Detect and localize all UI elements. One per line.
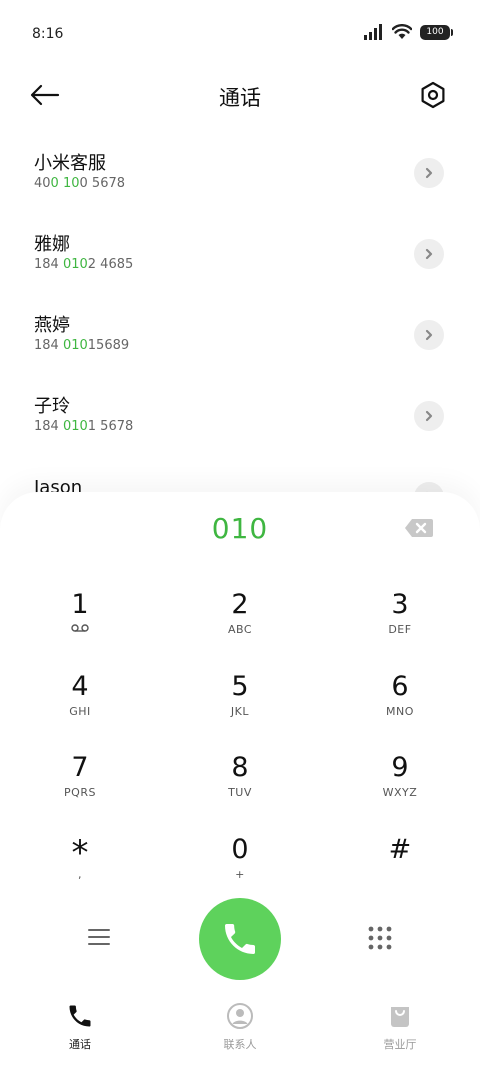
- nav-contacts[interactable]: 联系人: [160, 996, 320, 1067]
- key-8[interactable]: 8 TUV: [160, 751, 320, 833]
- contact-item[interactable]: 小米客服 400 100 5678: [0, 136, 480, 217]
- contact-number: 400 100 5678: [34, 176, 126, 191]
- status-time: 8:16: [32, 26, 64, 42]
- contact-name: 小米客服: [34, 153, 106, 174]
- contact-detail-button[interactable]: [414, 239, 444, 269]
- nav-label: 联系人: [223, 1038, 257, 1051]
- settings-hexagon-icon: [421, 81, 445, 109]
- contact-item[interactable]: 雅娜 184 0102 4685: [0, 217, 480, 298]
- key-7[interactable]: 7 PQRS: [0, 751, 160, 833]
- shopping-bag-icon: [390, 1007, 409, 1027]
- chevron-right-icon: [425, 410, 433, 422]
- contact-detail-button[interactable]: [414, 320, 444, 350]
- dialpad-icon: [368, 926, 392, 950]
- key-3[interactable]: 3 DEF: [320, 588, 480, 670]
- bottom-nav: 通话 联系人 营业厅: [0, 996, 480, 1067]
- page-title: 通话: [219, 86, 261, 110]
- contacts-person-icon: [226, 1003, 253, 1029]
- contact-item[interactable]: 子玲 184 0101 5678: [0, 379, 480, 460]
- hamburger-menu-icon: [88, 929, 110, 945]
- contact-list: 小米客服 400 100 5678 雅娜 184 0102 4685 燕婷 18…: [0, 136, 480, 541]
- backspace-icon: [405, 519, 433, 537]
- nav-calls[interactable]: 通话: [0, 996, 160, 1067]
- key-2[interactable]: 2 ABC: [160, 588, 320, 670]
- contact-item[interactable]: 燕婷 184 01015689: [0, 298, 480, 379]
- contact-name: 雅娜: [34, 234, 70, 255]
- contact-number: 184 01015689: [34, 338, 130, 353]
- contact-name: 燕婷: [34, 315, 70, 336]
- voicemail-icon: [71, 624, 89, 632]
- call-button[interactable]: [199, 898, 281, 980]
- phone-icon: [69, 1005, 91, 1027]
- contact-detail-button[interactable]: [414, 401, 444, 431]
- phone-icon: [225, 924, 255, 954]
- key-1[interactable]: 1: [0, 588, 160, 670]
- keypad-row: 7 PQRS 8 TUV 9 WXYZ: [0, 751, 480, 833]
- dial-panel: 010 1 2 ABC 3 DEF 4 GHI 5 JKL 6 MNO 7 PQ…: [0, 492, 480, 1067]
- dial-action-row: [0, 898, 480, 980]
- key-9[interactable]: 9 WXYZ: [320, 751, 480, 833]
- contact-name: 子玲: [34, 396, 70, 417]
- contact-detail-button[interactable]: [414, 158, 444, 188]
- chevron-right-icon: [425, 167, 433, 179]
- nav-label: 营业厅: [383, 1038, 417, 1051]
- settings-button[interactable]: [416, 78, 450, 112]
- battery-icon: 100: [420, 24, 453, 40]
- keypad-row: 4 GHI 5 JKL 6 MNO: [0, 670, 480, 752]
- status-icons: 100: [364, 24, 453, 40]
- nav-label: 通话: [68, 1038, 91, 1051]
- keypad-row: 1 2 ABC 3 DEF: [0, 588, 480, 670]
- key-4[interactable]: 4 GHI: [0, 670, 160, 752]
- key-5[interactable]: 5 JKL: [160, 670, 320, 752]
- nav-store[interactable]: 营业厅: [320, 996, 480, 1067]
- keypad: 1 2 ABC 3 DEF 4 GHI 5 JKL 6 MNO 7 PQRS 8…: [0, 588, 480, 914]
- chevron-right-icon: [425, 329, 433, 341]
- delete-button[interactable]: [404, 518, 434, 540]
- phone-screen: 8:16 100 通话 小米客服 400 100 5678 雅娜 184 010…: [0, 0, 480, 1067]
- signal-icon: [364, 24, 382, 40]
- header: 通话: [0, 66, 480, 124]
- chevron-right-icon: [425, 248, 433, 260]
- key-6[interactable]: 6 MNO: [320, 670, 480, 752]
- wifi-icon: [392, 24, 412, 39]
- battery-level: 100: [426, 27, 444, 37]
- contact-number: 184 0101 5678: [34, 419, 134, 434]
- dialpad-toggle-button[interactable]: [366, 924, 394, 952]
- contact-number: 184 0102 4685: [34, 257, 134, 272]
- status-bar: 8:16 100: [0, 0, 480, 66]
- menu-button[interactable]: [86, 924, 112, 950]
